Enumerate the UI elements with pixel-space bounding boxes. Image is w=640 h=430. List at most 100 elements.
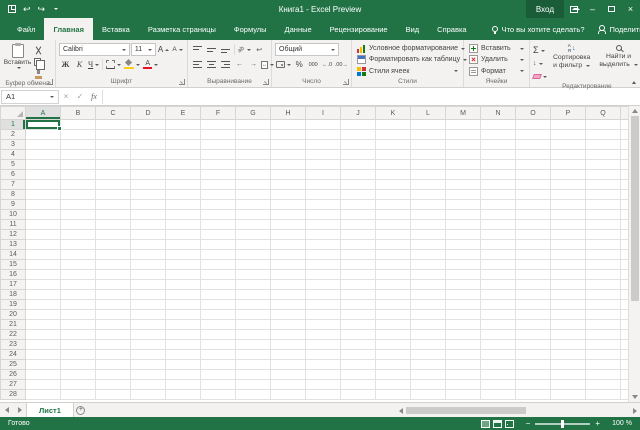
cell-B28[interactable] — [61, 390, 96, 400]
cell-I13[interactable] — [306, 240, 341, 250]
cell-F7[interactable] — [201, 180, 236, 190]
cell-E7[interactable] — [166, 180, 201, 190]
cell-B18[interactable] — [61, 290, 96, 300]
cell-F24[interactable] — [201, 350, 236, 360]
cell-P19[interactable] — [551, 300, 586, 310]
zoom-slider[interactable] — [535, 423, 590, 425]
cell-P26[interactable] — [551, 370, 586, 380]
cell-L13[interactable] — [411, 240, 446, 250]
cell-N21[interactable] — [481, 320, 516, 330]
cell-O1[interactable] — [516, 120, 551, 130]
close-button[interactable]: × — [621, 0, 640, 18]
cell-C5[interactable] — [96, 160, 131, 170]
cell-I9[interactable] — [306, 200, 341, 210]
cell-A25[interactable] — [26, 360, 61, 370]
cell-K8[interactable] — [376, 190, 411, 200]
cell-K23[interactable] — [376, 340, 411, 350]
cell-J17[interactable] — [341, 280, 376, 290]
cell-A15[interactable] — [26, 260, 61, 270]
scroll-left-icon[interactable] — [399, 408, 403, 414]
cell-D24[interactable] — [131, 350, 166, 360]
cell-L6[interactable] — [411, 170, 446, 180]
cell-D1[interactable] — [131, 120, 166, 130]
paste-button[interactable]: Вставить — [3, 43, 32, 79]
cell-F8[interactable] — [201, 190, 236, 200]
cell-O14[interactable] — [516, 250, 551, 260]
cell-O12[interactable] — [516, 230, 551, 240]
cell-K4[interactable] — [376, 150, 411, 160]
cell-I4[interactable] — [306, 150, 341, 160]
cell-K17[interactable] — [376, 280, 411, 290]
cell-P25[interactable] — [551, 360, 586, 370]
cell-H19[interactable] — [271, 300, 306, 310]
column-header-I[interactable]: I — [306, 107, 341, 120]
cell-I16[interactable] — [306, 270, 341, 280]
cell-K16[interactable] — [376, 270, 411, 280]
cell-O2[interactable] — [516, 130, 551, 140]
cell-N8[interactable] — [481, 190, 516, 200]
orientation-button[interactable]: ab — [237, 43, 252, 56]
row-header-2[interactable]: 2 — [1, 130, 26, 140]
cell-B5[interactable] — [61, 160, 96, 170]
cell-F27[interactable] — [201, 380, 236, 390]
column-header-K[interactable]: K — [376, 107, 411, 120]
cell-P5[interactable] — [551, 160, 586, 170]
cell-O25[interactable] — [516, 360, 551, 370]
bold-button[interactable]: Ж — [59, 58, 72, 71]
scroll-down-icon[interactable] — [632, 395, 638, 399]
cancel-icon[interactable]: × — [59, 90, 73, 104]
wrap-text-button[interactable]: ↩ — [253, 43, 266, 56]
cell-Q12[interactable] — [586, 230, 621, 240]
scroll-right-icon[interactable] — [633, 408, 637, 414]
cell-N14[interactable] — [481, 250, 516, 260]
column-header-J[interactable]: J — [341, 107, 376, 120]
cell-B15[interactable] — [61, 260, 96, 270]
cell-G24[interactable] — [236, 350, 271, 360]
cell-N7[interactable] — [481, 180, 516, 190]
cell-L16[interactable] — [411, 270, 446, 280]
cell-L1[interactable] — [411, 120, 446, 130]
insert-cells-button[interactable]: Вставить — [467, 43, 526, 54]
cell-Q10[interactable] — [586, 210, 621, 220]
cell-G27[interactable] — [236, 380, 271, 390]
cell-C28[interactable] — [96, 390, 131, 400]
cell-I21[interactable] — [306, 320, 341, 330]
cell-C15[interactable] — [96, 260, 131, 270]
cell-Q18[interactable] — [586, 290, 621, 300]
cell-J21[interactable] — [341, 320, 376, 330]
cell-E25[interactable] — [166, 360, 201, 370]
cell-A18[interactable] — [26, 290, 61, 300]
cell-D26[interactable] — [131, 370, 166, 380]
cell-G16[interactable] — [236, 270, 271, 280]
autosum-button[interactable]: Σ — [533, 45, 547, 56]
cell-M14[interactable] — [446, 250, 481, 260]
cell-F18[interactable] — [201, 290, 236, 300]
cell-I19[interactable] — [306, 300, 341, 310]
new-sheet-button[interactable]: + — [74, 403, 88, 417]
row-header-28[interactable]: 28 — [1, 390, 26, 400]
column-header-H[interactable]: H — [271, 107, 306, 120]
align-middle-button[interactable] — [205, 43, 218, 56]
cell-Q2[interactable] — [586, 130, 621, 140]
cell-P16[interactable] — [551, 270, 586, 280]
cell-G9[interactable] — [236, 200, 271, 210]
column-header-O[interactable]: O — [516, 107, 551, 120]
cell-A10[interactable] — [26, 210, 61, 220]
cell-K24[interactable] — [376, 350, 411, 360]
cell-D25[interactable] — [131, 360, 166, 370]
cell-G2[interactable] — [236, 130, 271, 140]
cell-M17[interactable] — [446, 280, 481, 290]
cell-L22[interactable] — [411, 330, 446, 340]
align-top-button[interactable] — [191, 43, 204, 56]
cell-P13[interactable] — [551, 240, 586, 250]
cell-H7[interactable] — [271, 180, 306, 190]
cell-B6[interactable] — [61, 170, 96, 180]
cell-D28[interactable] — [131, 390, 166, 400]
cell-P6[interactable] — [551, 170, 586, 180]
cell-L8[interactable] — [411, 190, 446, 200]
cell-F2[interactable] — [201, 130, 236, 140]
cell-M19[interactable] — [446, 300, 481, 310]
cell-P17[interactable] — [551, 280, 586, 290]
cell-I18[interactable] — [306, 290, 341, 300]
cell-G13[interactable] — [236, 240, 271, 250]
